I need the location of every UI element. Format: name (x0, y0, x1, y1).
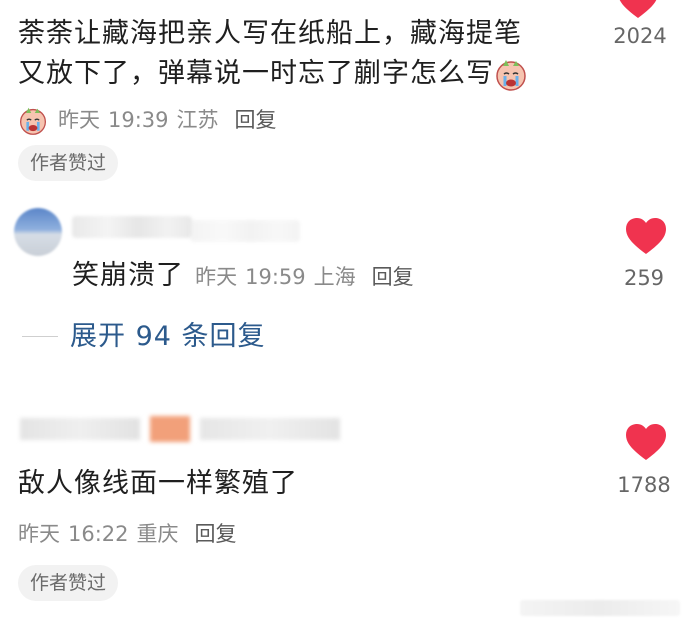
comment-location: 上海 (313, 265, 356, 289)
heart-icon (624, 216, 668, 256)
comment-meta: 昨天 16:22 重庆 回复 (18, 518, 245, 548)
comment-date: 昨天 (18, 522, 60, 546)
comment-text-line: 又放下了，弹幕说一时忘了蒯字怎么写 (18, 58, 494, 89)
divider (22, 336, 58, 337)
comment-text: 敌人像线面一样繁殖了 (18, 468, 298, 499)
like-button[interactable] (624, 216, 668, 260)
comment-text-line: 荼荼让藏海把亲人写在纸船上，藏海提笔 (18, 18, 522, 49)
avatar[interactable] (14, 208, 62, 256)
username-blurred-extra (190, 220, 300, 242)
author-liked-badge: 作者赞过 (18, 145, 119, 181)
like-button[interactable] (616, 0, 660, 24)
like-count: 1788 (617, 473, 671, 497)
watermark (520, 600, 680, 616)
like-button[interactable] (624, 422, 668, 466)
comment-meta: 昨天 19:59 上海 回复 (195, 265, 422, 289)
reply-button[interactable]: 回复 (235, 108, 277, 132)
comment-text: 荼荼让藏海把亲人写在纸船上，藏海提笔 又放下了，弹幕说一时忘了蒯字怎么写 (18, 14, 598, 94)
reply-button[interactable]: 回复 (372, 265, 414, 289)
expand-replies-link[interactable]: 展开 94 条回复 (70, 314, 266, 353)
username-blurred[interactable] (20, 412, 350, 446)
like-count: 2024 (613, 24, 667, 48)
author-liked-badge: 作者赞过 (18, 565, 119, 601)
comment-location: 重庆 (136, 522, 179, 546)
comment-time: 16:22 (68, 522, 129, 546)
reply-button[interactable]: 回复 (195, 522, 237, 546)
comment-date: 昨天 (195, 265, 238, 289)
comment-date: 昨天 (58, 108, 100, 132)
comment-text: 笑崩溃了 (72, 260, 184, 291)
comment-meta: 昨天 19:39 江苏 回复 (18, 104, 285, 136)
crying-emoji-icon (18, 106, 48, 136)
reply-row: 笑崩溃了 昨天 19:59 上海 回复 (72, 256, 422, 296)
heart-icon (616, 0, 660, 20)
crying-emoji-icon (494, 58, 528, 92)
heart-icon (624, 422, 668, 462)
like-count: 259 (623, 266, 665, 290)
username-blurred[interactable] (72, 216, 192, 238)
comment-time: 19:39 (108, 108, 169, 132)
comment-time: 19:59 (245, 265, 306, 289)
comment-location: 江苏 (176, 108, 219, 132)
